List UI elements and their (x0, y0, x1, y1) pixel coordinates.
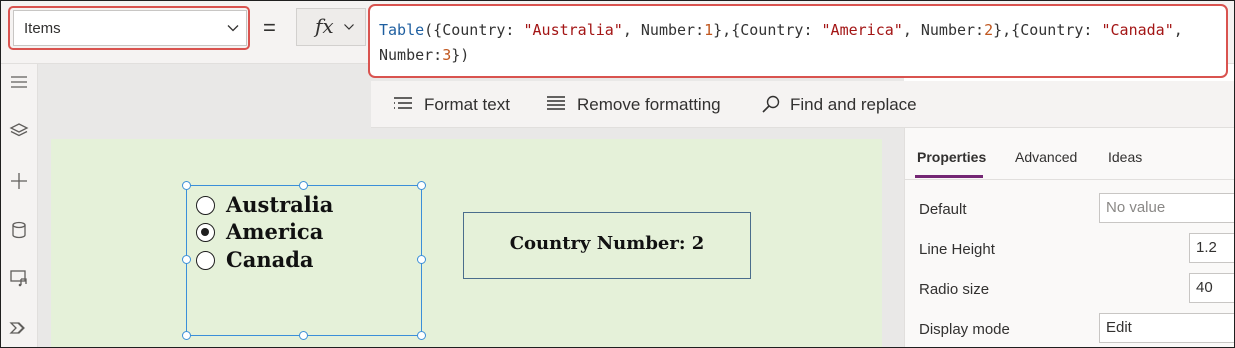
formula-token: "Australia" (523, 21, 623, 39)
formula-token: }) (451, 46, 470, 64)
formula-token: 3 (442, 46, 452, 64)
find-replace-button[interactable]: Find and replace (790, 95, 917, 115)
default-field[interactable]: No value (1099, 193, 1234, 223)
line-height-label: Line Height (919, 241, 995, 258)
remove-formatting-icon (547, 96, 565, 110)
display-mode-label: Display mode (919, 321, 1010, 338)
tab-advanced[interactable]: Advanced (1015, 149, 1077, 165)
properties-panel: Properties Advanced Ideas Default No val… (904, 127, 1234, 347)
formula-token: "Canada" (1101, 21, 1174, 39)
tab-ideas[interactable]: Ideas (1108, 149, 1142, 165)
add-icon[interactable] (9, 171, 29, 191)
formula-token: },{Country: (993, 21, 1102, 39)
line-height-field[interactable]: 1.2 (1189, 233, 1234, 263)
app-window: Items = fx Table({Country: "Australia", … (0, 0, 1235, 348)
layers-icon[interactable] (9, 121, 29, 141)
equals-sign: = (263, 15, 276, 40)
resize-handle[interactable] (182, 255, 191, 264)
country-number-label[interactable]: Country Number: 2 (463, 212, 751, 279)
left-rail (1, 64, 38, 347)
media-icon[interactable] (9, 268, 29, 288)
panel-divider (905, 179, 1234, 180)
fx-icon: fx (315, 14, 334, 38)
radio-button[interactable] (196, 251, 215, 270)
radio-button-selected[interactable] (196, 223, 215, 242)
formula-token: , Number: (622, 21, 705, 39)
radio-button[interactable] (196, 196, 215, 215)
formula-token: "America" (821, 21, 903, 39)
property-selector[interactable]: Items (13, 10, 247, 46)
resize-handle[interactable] (182, 331, 191, 340)
resize-handle[interactable] (299, 331, 308, 340)
display-mode-select[interactable]: Edit (1099, 313, 1234, 343)
power-automate-icon[interactable] (9, 318, 29, 338)
resize-handle[interactable] (299, 181, 308, 190)
search-icon (762, 95, 780, 113)
default-label: Default (919, 201, 967, 218)
formula-token: 2 (984, 21, 994, 39)
radio-size-field[interactable]: 40 (1189, 273, 1234, 303)
remove-formatting-button[interactable]: Remove formatting (577, 95, 721, 115)
chevron-down-icon (227, 25, 239, 32)
radio-size-label: Radio size (919, 281, 990, 298)
resize-handle[interactable] (417, 331, 426, 340)
resize-handle[interactable] (417, 255, 426, 264)
formula-input[interactable]: Table({Country: "Australia", Number:1},{… (368, 4, 1228, 78)
formula-token: Table (379, 21, 425, 39)
active-tab-indicator (915, 175, 983, 178)
radio-selected-dot (201, 228, 209, 236)
formula-token: , Number: (902, 21, 985, 39)
menu-icon[interactable] (9, 72, 29, 92)
format-text-button[interactable]: Format text (424, 95, 510, 115)
radio-option-label: Australia (226, 192, 334, 217)
radio-option-label: Canada (226, 247, 314, 272)
tab-properties[interactable]: Properties (917, 149, 986, 165)
country-number-text: Country Number: 2 (509, 233, 705, 254)
format-toolbar: Format text Remove formatting Find and r… (371, 81, 1234, 128)
property-selector-value: Items (24, 20, 61, 37)
formula-token: },{Country: (713, 21, 822, 39)
format-text-icon (394, 97, 412, 109)
data-icon[interactable] (9, 220, 29, 240)
fx-button[interactable]: fx (296, 8, 366, 46)
formula-text: Table({Country: "Australia", Number:1},{… (379, 18, 1215, 68)
radio-option-label: America (226, 219, 324, 244)
resize-handle[interactable] (182, 181, 191, 190)
formula-token: ({Country: (424, 21, 524, 39)
chevron-down-icon (344, 24, 354, 30)
resize-handle[interactable] (417, 181, 426, 190)
formula-token: 1 (704, 21, 714, 39)
